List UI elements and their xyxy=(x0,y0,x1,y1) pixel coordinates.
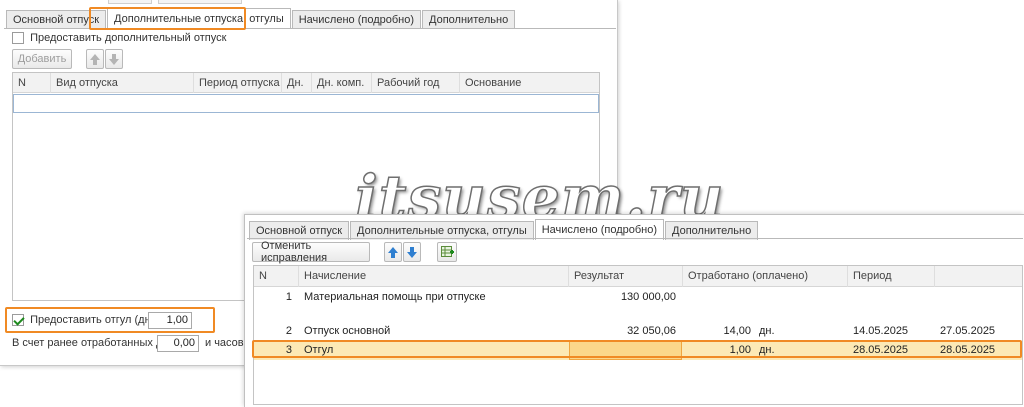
col-period-end[interactable] xyxy=(935,266,1024,287)
move-up-button[interactable] xyxy=(384,242,402,262)
hours-label: и часов xyxy=(205,337,244,349)
add-button[interactable]: Добавить xyxy=(12,49,72,69)
period-from: 28.05.2025 xyxy=(853,344,909,356)
arrow-down-icon xyxy=(109,53,119,65)
col-leave-period[interactable]: Период отпуска xyxy=(194,73,282,93)
col-n[interactable]: N xyxy=(13,73,51,93)
worked-value: 1,00 xyxy=(729,344,751,356)
period-from: 14.05.2025 xyxy=(853,325,909,337)
accrual-name: Материальная помощь при отпуске xyxy=(304,291,486,303)
worked-unit: дн. xyxy=(759,325,775,337)
tab-divider xyxy=(4,28,616,29)
move-down-button[interactable] xyxy=(403,242,421,262)
col-basis[interactable]: Основание xyxy=(460,73,601,93)
col-working-year[interactable]: Рабочий год xyxy=(372,73,460,93)
tab-accrued-detailed[interactable]: Начислено (подробно) xyxy=(534,219,665,240)
selected-result-cell[interactable] xyxy=(569,341,682,360)
provide-time-off-row[interactable]: Предоставить отгул (дней) xyxy=(12,314,167,327)
period-to: 28.05.2025 xyxy=(940,344,996,356)
table-settings-button[interactable] xyxy=(437,242,457,262)
accrual-name: Отгул xyxy=(304,344,334,356)
accrued-detailed-window: Основной отпуск Дополнительные отпуска, … xyxy=(244,214,1024,407)
worked-unit: дн. xyxy=(759,344,775,356)
provide-additional-leave-checkbox[interactable] xyxy=(12,32,24,45)
move-up-button[interactable] xyxy=(86,49,104,69)
table-row[interactable]: 1 Материальная помощь при отпуске 130 00… xyxy=(254,288,1022,307)
result-value: 130 000,00 xyxy=(620,291,676,303)
tab-divider xyxy=(247,238,1023,239)
col-n[interactable]: N xyxy=(254,266,299,287)
arrow-up-icon xyxy=(388,246,398,258)
move-down-button[interactable] xyxy=(105,49,123,69)
row-number: 1 xyxy=(285,291,292,303)
previously-worked-days-input[interactable]: 0,00 xyxy=(157,335,199,352)
provide-additional-leave-label: Предоставить дополнительный отпуск xyxy=(30,32,227,44)
col-worked-paid[interactable]: Отработано (оплачено) xyxy=(683,266,848,287)
provide-additional-leave-row[interactable]: Предоставить дополнительный отпуск xyxy=(12,32,227,45)
table-row[interactable] xyxy=(13,94,599,113)
table-header: N Начисление Результат Отработано (оплач… xyxy=(254,266,1022,287)
accrual-details-table[interactable]: N Начисление Результат Отработано (оплач… xyxy=(253,265,1023,405)
tab-accrued-detailed[interactable]: Начислено (подробно) xyxy=(291,10,422,29)
period-to: 27.05.2025 xyxy=(940,325,996,337)
row-number: 3 xyxy=(285,344,292,356)
col-comp-days[interactable]: Дн. комп. xyxy=(312,73,372,93)
arrow-down-icon xyxy=(407,246,417,258)
window-top-strip xyxy=(0,0,617,6)
provide-time-off-label: Предоставить отгул (дней) xyxy=(30,314,167,326)
row-number: 2 xyxy=(285,325,292,337)
col-leave-type[interactable]: Вид отпуска xyxy=(51,73,194,93)
tab-additional-leaves[interactable]: Дополнительные отпуска, отгулы xyxy=(107,8,291,29)
table-row-selected[interactable]: 3 Отгул 1,00 дн. 28.05.2025 28.05.2025 xyxy=(254,341,1022,360)
table-settings-icon xyxy=(440,246,454,257)
col-days[interactable]: Дн. xyxy=(282,73,312,93)
table-row[interactable]: 2 Отпуск основной 32 050,06 14,00 дн. 14… xyxy=(254,322,1022,341)
tab-bar: Основной отпуск Дополнительные отпуска, … xyxy=(6,8,516,29)
tab-bar: Основной отпуск Дополнительные отпуска, … xyxy=(249,219,759,240)
tab-additional[interactable]: Дополнительно xyxy=(422,10,516,29)
worked-value: 14,00 xyxy=(723,325,751,337)
col-period[interactable]: Период xyxy=(848,266,935,287)
tab-main-leave[interactable]: Основной отпуск xyxy=(6,10,107,29)
col-result[interactable]: Результат xyxy=(569,266,683,287)
provide-time-off-checkbox[interactable] xyxy=(12,314,24,327)
time-off-days-input[interactable]: 1,00 xyxy=(148,312,192,329)
col-accrual[interactable]: Начисление xyxy=(299,266,569,287)
arrow-up-icon xyxy=(90,53,100,65)
table-header: N Вид отпуска Период отпуска Дн. Дн. ком… xyxy=(13,73,599,93)
accrual-name: Отпуск основной xyxy=(304,325,391,337)
result-value: 32 050,06 xyxy=(627,325,676,337)
cancel-corrections-button[interactable]: Отменить исправления xyxy=(252,240,370,264)
